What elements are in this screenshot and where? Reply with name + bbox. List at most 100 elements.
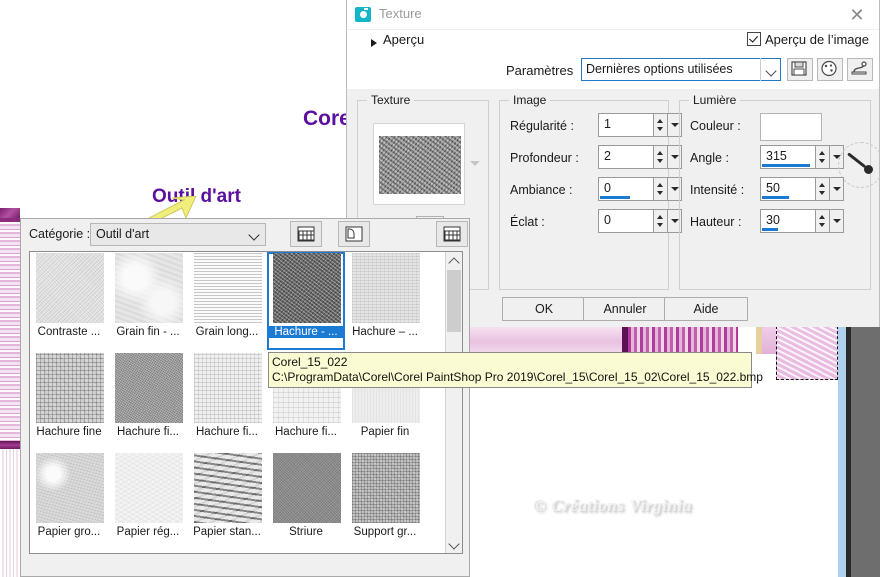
texture-grid-scrollbar[interactable] (445, 252, 462, 553)
texture-label: Hachure – ... (352, 326, 418, 338)
angle-needle (847, 152, 867, 169)
texture-label: Contraste ... (37, 326, 101, 338)
texture-cell-0[interactable]: Contraste ... (30, 252, 108, 350)
intensite-dropdown[interactable] (830, 177, 844, 201)
angle-fill (762, 164, 810, 167)
preview-label: Aperçu (383, 32, 425, 47)
parameters-label: Paramètres (506, 63, 574, 78)
texture-thumbnail (115, 453, 183, 523)
angle-dial-icon[interactable] (838, 142, 880, 188)
texture-label: Grain long... (195, 326, 259, 338)
texture-cell-11[interactable]: Papier rég... (109, 452, 187, 550)
texture-cell-5[interactable]: Hachure fine (30, 352, 108, 450)
texture-grid-row: Contraste ... Grain fin - ... Grain long… (30, 252, 446, 350)
texture-cell-7[interactable]: Hachure fi... (188, 352, 266, 450)
regularite-input[interactable]: 1 (598, 113, 654, 137)
texture-thumbnail (36, 453, 104, 523)
texture-cell-13[interactable]: Striure (267, 452, 345, 550)
reset-preset-button[interactable] (817, 58, 843, 81)
angle-label: Angle : (690, 151, 729, 165)
category-label: Catégorie : (29, 227, 91, 241)
couleur-label: Couleur : (690, 119, 741, 133)
stamp-icon (851, 61, 867, 75)
image-group: Image Régularité : 1 Profondeur : 2 Ambi… (499, 93, 682, 290)
regularite-stepper[interactable] (654, 113, 668, 137)
open-folder-button[interactable] (338, 221, 370, 247)
texture-cell-6[interactable]: Hachure fi... (109, 352, 187, 450)
light-color-swatch[interactable] (760, 113, 822, 141)
texture-thumbnail (36, 253, 104, 323)
intensite-stepper[interactable] (816, 177, 830, 201)
regularite-value: 1 (604, 117, 611, 131)
category-select[interactable]: Outil d'art (90, 223, 266, 246)
profondeur-value: 2 (604, 149, 611, 163)
texture-cell-14[interactable]: Support gr... (346, 452, 424, 550)
texture-label: Hachure fi... (117, 426, 179, 438)
texture-grid-row: Papier gro... Papier rég... Papier stan.… (30, 452, 446, 550)
regularite-label: Régularité : (510, 119, 574, 133)
profondeur-input[interactable]: 2 (598, 145, 654, 169)
eclat-input[interactable]: 0 (598, 209, 654, 233)
chevron-down-icon[interactable] (760, 58, 781, 81)
texture-cell-2[interactable]: Grain long... (188, 252, 266, 350)
texture-cell-4[interactable]: Hachure – ... (346, 252, 424, 350)
scrollbar-thumb[interactable] (447, 270, 461, 332)
chevron-down-icon[interactable] (446, 536, 462, 553)
ambiance-label: Ambiance : (510, 183, 573, 197)
intensite-label: Intensité : (690, 183, 745, 197)
grid-view-button[interactable] (436, 221, 468, 247)
help-button[interactable]: Aide (664, 297, 748, 321)
hauteur-value: 30 (766, 213, 780, 227)
preview-row: Aperçu Aperçu de l’image (347, 30, 879, 56)
apply-preset-button[interactable] (847, 58, 873, 81)
ambiance-stepper[interactable] (654, 177, 668, 201)
texture-list-button[interactable] (290, 221, 322, 247)
hauteur-label: Hauteur : (690, 215, 742, 229)
close-icon[interactable]: ✕ (843, 3, 871, 27)
checkbox-checked-icon (746, 32, 761, 46)
texture-label: Striure (289, 526, 323, 538)
ok-button[interactable]: OK (502, 297, 586, 321)
ambiance-fill (600, 196, 630, 199)
texture-thumbnail (352, 253, 420, 323)
hauteur-stepper[interactable] (816, 209, 830, 233)
texture-preview-swatch[interactable] (373, 123, 465, 205)
texture-thumbnail (194, 253, 262, 323)
texture-thumbnail (194, 353, 262, 423)
ambiance-input[interactable]: 0 (598, 177, 654, 201)
background-white-notch (738, 326, 756, 354)
texture-label: Support gr... (353, 526, 417, 538)
hauteur-input[interactable]: 30 (760, 209, 816, 233)
texture-label: Papier gro... (37, 526, 101, 538)
texture-preview-image (379, 136, 461, 194)
parameters-select[interactable]: Dernières options utilisées (581, 58, 781, 81)
eclat-stepper[interactable] (654, 209, 668, 233)
chevron-up-icon[interactable] (446, 252, 462, 269)
cancel-button[interactable]: Annuler (583, 297, 667, 321)
angle-knob (864, 165, 873, 174)
chevron-down-icon[interactable] (243, 223, 266, 246)
profondeur-stepper[interactable] (654, 145, 668, 169)
texture-cell-12[interactable]: Papier stan... (188, 452, 266, 550)
texture-cell-10[interactable]: Papier gro... (30, 452, 108, 550)
background-left-bar-mid (0, 441, 22, 449)
background-left-strip-lower (0, 449, 22, 577)
floppy-disk-icon (791, 61, 807, 76)
caret-down-icon[interactable] (470, 161, 480, 166)
texture-dialog-title: Texture (379, 6, 422, 21)
hauteur-dropdown[interactable] (830, 209, 844, 233)
texture-cell-3-selected[interactable]: Hachure - ... (267, 252, 345, 350)
image-preview-checkbox[interactable]: Aperçu de l’image (746, 32, 869, 47)
chevron-right-icon (371, 39, 377, 47)
image-preview-label: Aperçu de l’image (764, 32, 869, 47)
intensite-input[interactable]: 50 (760, 177, 816, 201)
angle-stepper[interactable] (816, 145, 830, 169)
parameters-row: Paramètres Dernières options utilisées (347, 56, 879, 89)
texture-dialog-titlebar[interactable]: Texture ✕ (347, 0, 879, 29)
texture-cell-1[interactable]: Grain fin - ... (109, 252, 187, 350)
texture-thumbnail (115, 253, 183, 323)
angle-input[interactable]: 315 (760, 145, 816, 169)
save-preset-button[interactable] (787, 58, 813, 81)
background-pink-stripes (628, 326, 738, 354)
texture-label: Hachure fi... (275, 426, 337, 438)
